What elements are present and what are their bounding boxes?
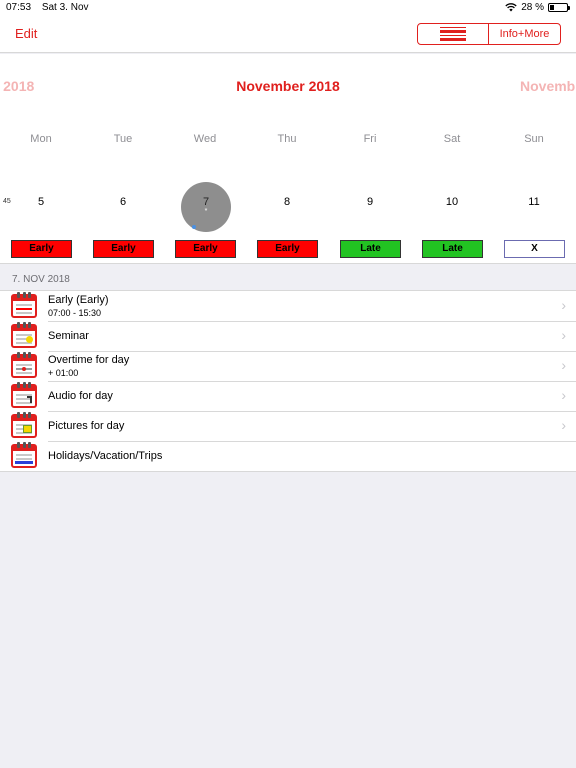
next-month-label[interactable]: Novemb (520, 78, 575, 94)
list-item-subtitle: 07:00 - 15:30 (48, 308, 102, 318)
chevron-right-icon: › (561, 387, 566, 403)
partial-day-label: 45 (3, 198, 11, 205)
day-section-header: 7. NOV 2018 (0, 263, 576, 290)
day-detail-list: Early (Early) 07:00 - 15:30 › Seminar › … (0, 290, 576, 472)
calendar-shift-icon (11, 292, 37, 318)
weekday-thu: Thu (277, 133, 297, 145)
shift-badge-sat[interactable]: Late (422, 240, 483, 258)
layers-icon (440, 26, 466, 42)
battery-icon (548, 3, 570, 12)
shift-badge-thu[interactable]: Early (257, 240, 318, 258)
list-item-holidays[interactable]: Holidays/Vacation/Trips (0, 441, 576, 471)
view-segmented-control: Info+More (417, 23, 561, 45)
weekday-sun: Sun (524, 133, 544, 145)
chevron-right-icon: › (561, 417, 566, 433)
shift-badge-sun[interactable]: X (504, 240, 565, 258)
calendar-pictures-icon (11, 412, 37, 438)
calendar-overtime-icon (11, 352, 37, 378)
day-cell-7-selected[interactable]: 7 (181, 196, 231, 208)
current-month-label: November 2018 (236, 78, 340, 94)
list-item-title: Pictures for day (48, 420, 125, 432)
battery-percent: 28 % (521, 2, 544, 13)
edit-button[interactable]: Edit (15, 26, 37, 41)
day-note-marker: * (204, 208, 208, 215)
day-cell-10[interactable]: 10 (422, 196, 482, 208)
day-cell-6[interactable]: 6 (93, 196, 153, 208)
wifi-icon (505, 3, 517, 12)
list-item-title: Overtime for day (48, 354, 130, 366)
info-more-segment[interactable]: Info+More (489, 24, 560, 44)
list-item-audio[interactable]: Audio for day › (0, 381, 576, 411)
chevron-right-icon: › (561, 297, 566, 313)
selected-date-label: 7. NOV 2018 (12, 274, 70, 285)
weekday-tue: Tue (113, 133, 133, 145)
chevron-right-icon: › (561, 327, 566, 343)
calendar-holidays-icon (11, 442, 37, 468)
status-date: Sat 3. Nov (41, 2, 89, 13)
day-cell-8[interactable]: 8 (257, 196, 317, 208)
chevron-right-icon: › (561, 357, 566, 373)
weekday-fri: Fri (363, 133, 377, 145)
list-item-shift[interactable]: Early (Early) 07:00 - 15:30 › (0, 291, 576, 321)
status-bar: 07:53 Sat 3. Nov 28 % (0, 0, 576, 16)
status-time: 07:53 (6, 2, 32, 13)
day-event-dot (192, 225, 196, 229)
list-item-title: Seminar (48, 330, 89, 342)
calendar-audio-icon (11, 382, 37, 408)
shift-badge-tue[interactable]: Early (93, 240, 154, 258)
list-item-pictures[interactable]: Pictures for day › (0, 411, 576, 441)
day-cell-5[interactable]: 5 (11, 196, 71, 208)
day-cell-9[interactable]: 9 (340, 196, 400, 208)
nav-bar: Edit Info+More (0, 16, 576, 53)
list-item-overtime[interactable]: Overtime for day + 01:00 › (0, 351, 576, 381)
weekday-wed: Wed (193, 133, 217, 145)
calendar-week-view: er 2018 November 2018 Novemb Mon Tue Wed… (0, 54, 576, 263)
day-cell-11[interactable]: 11 (504, 196, 564, 208)
list-item-subtitle: + 01:00 (48, 368, 79, 378)
list-item-seminar[interactable]: Seminar › (0, 321, 576, 351)
calendar-seminar-icon (11, 322, 37, 348)
shift-badge-wed[interactable]: Early (175, 240, 236, 258)
weekday-sat: Sat (443, 133, 461, 145)
stack-view-segment[interactable] (418, 24, 489, 44)
weekday-mon: Mon (30, 133, 52, 145)
list-item-title: Audio for day (48, 390, 113, 402)
list-item-title: Holidays/Vacation/Trips (48, 450, 163, 462)
list-item-title: Early (Early) (48, 294, 109, 306)
shift-badge-mon[interactable]: Early (11, 240, 72, 258)
shift-badge-fri[interactable]: Late (340, 240, 401, 258)
